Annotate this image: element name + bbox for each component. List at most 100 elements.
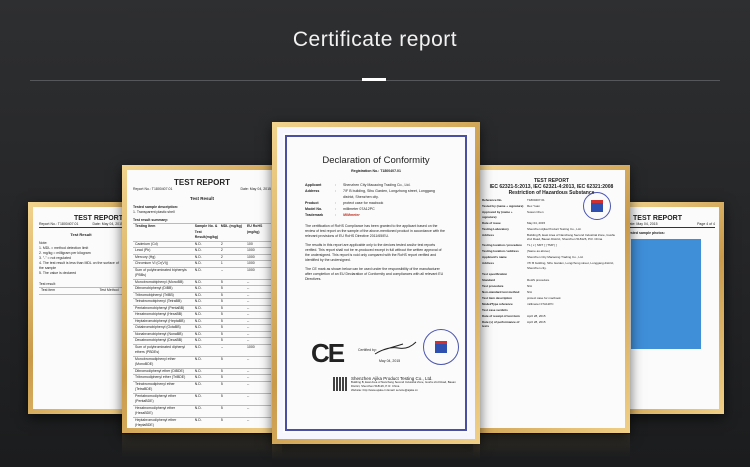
- table-cell: 1000: [246, 261, 255, 265]
- table-cell: N.D.: [194, 381, 202, 386]
- table-cell: 1000: [246, 267, 255, 272]
- table-cell: N.D.: [194, 292, 202, 297]
- field-label: Date (s) of performance of tests: [482, 319, 520, 329]
- paragraph: The CE mark as shown below can be used u…: [305, 267, 444, 281]
- report-title: TEST REPORT: [73, 215, 123, 222]
- field-value: Building B, East Area of Nanchang Second…: [527, 232, 616, 242]
- paragraph: The certification of RoHS Compliance has…: [305, 224, 445, 238]
- certificate-title: Declaration of Conformity: [322, 155, 430, 166]
- table-row: Sum of polybrominated biphenyls (PBBs) N.…: [133, 268, 271, 280]
- table-header: EU RoHS (mg/kg): [246, 224, 263, 234]
- table-cell: 1000: [246, 254, 255, 259]
- table-cell: 5: [220, 331, 223, 336]
- certificate-left: TEST REPORT Report No.: T1800407.01 Date:…: [122, 165, 282, 433]
- table-cell: N.D.: [194, 375, 202, 379]
- field-row: Test specification: [482, 272, 621, 277]
- table-cell: --: [246, 381, 250, 386]
- table-cell: 5: [220, 405, 223, 410]
- report-no: Report No.: T1800407.01: [39, 222, 79, 226]
- field-value: MIMmeter: [343, 213, 360, 217]
- field-value: Shenzhen Ajika Product Testing Co., Ltd.: [527, 226, 582, 231]
- field-label: Address: [482, 232, 495, 237]
- field-row: Address Building B, East Area of Nanchang…: [482, 233, 621, 242]
- table-cell: --: [246, 318, 250, 323]
- field-value: 7/F B building, Sihu Garden, Longzhong s…: [343, 189, 435, 199]
- table-cell: Tribromodiphenyl ether (TriBDE): [135, 375, 186, 379]
- section-title: Test Result: [70, 232, 92, 237]
- field-value: April 28, 2015: [527, 319, 546, 324]
- table-cell: Pentabromodiphenyl ether (PentaBDE): [135, 393, 177, 404]
- table-cell: 5: [220, 279, 223, 284]
- field-row: Date (s) of performance of tests April 28…: [482, 320, 621, 329]
- table-cell: 5: [220, 356, 223, 361]
- certificate-date: May 04, 2015: [379, 359, 401, 363]
- table-cell: --: [246, 405, 250, 410]
- field-label: Non-standard test method: [482, 289, 520, 294]
- report-date: Date: May 04, 2015: [627, 222, 658, 226]
- table-row: Tetrabromodiphenyl ether (TetraBDE) N.D. 5…: [133, 382, 271, 394]
- table-cell: Monobromobiphenyl (MonoBB): [135, 279, 184, 284]
- table-row: Pentabromodiphenyl ether (PentaBDE) N.D. 5…: [133, 394, 271, 406]
- field-label: Testing location / address: [482, 249, 519, 253]
- table-cell: N.D.: [194, 417, 202, 422]
- table-cell: --: [246, 325, 250, 329]
- table-cell: Sum of polybrominated biphenyls (PBBs): [135, 267, 187, 278]
- table-cell: --: [246, 368, 250, 373]
- table-header: Testing Item: [135, 224, 156, 228]
- field-label: Reference No.: [482, 198, 503, 202]
- paragraph: The results in this report are applicabl…: [305, 243, 442, 262]
- table-cell: Tetrabromodiphenyl ether (TetraBDE): [135, 381, 175, 392]
- table-cell: N.D.: [194, 261, 202, 265]
- table-cell: N.D.: [194, 338, 202, 342]
- field-label: Testing location / procedure: [482, 243, 522, 247]
- field-value: May 04, 2015: [527, 220, 546, 225]
- table-cell: Mercury (Hg): [135, 254, 156, 259]
- report-title: TEST REPORT: [173, 178, 230, 187]
- field-row: Address 7/F B building, Sihu Garden, Long…: [482, 261, 621, 270]
- table-cell: Lead (Pb): [135, 248, 151, 252]
- table-cell: N.D.: [194, 241, 202, 246]
- table-cell: 5: [220, 299, 223, 303]
- signature: [374, 341, 417, 355]
- field-value: N/A: [527, 283, 533, 288]
- table-cell: N.D.: [194, 254, 202, 259]
- field-row: Date of issue May 04, 2015: [482, 221, 621, 226]
- company-address: Building B, East Area of Nanchang Second…: [351, 380, 456, 388]
- field-label: Trademark: [305, 213, 324, 217]
- table-cell: Hexabromobiphenyl (HexaBB): [135, 312, 183, 316]
- field-value: [527, 272, 621, 277]
- table-cell: --: [246, 292, 250, 297]
- field-row: Applicant's name Shenzhen City Macaoing T…: [482, 255, 621, 260]
- seal-stamp: [423, 329, 459, 365]
- table-cell: N.D.: [194, 393, 202, 398]
- table-cell: 5: [220, 292, 223, 297]
- table-cell: 1: [220, 261, 223, 265]
- table-cell: N.D.: [194, 356, 202, 361]
- table-header: MDL (mg/kg): [220, 224, 242, 228]
- field-label: Tested by (name + signature): [482, 204, 524, 208]
- certificate-fields: Applicant: Shenzhen City Macaoing Trading…: [305, 182, 447, 218]
- field-row: Model/Type reference millimeter 07A12PC: [482, 302, 621, 307]
- table-cell: Dibromobiphenyl (DiBB): [135, 286, 173, 290]
- table-cell: N.D.: [194, 279, 202, 284]
- field-value: RoHS procedure: [527, 277, 550, 282]
- table-cell: N.D.: [194, 368, 202, 373]
- field-value: April 28, 2015: [527, 313, 546, 318]
- table-cell: 5: [220, 368, 223, 373]
- table-cell: 5: [220, 312, 223, 316]
- table-cell: --: [246, 312, 250, 316]
- table-cell: Monobromodiphenyl ether (MonoBDE): [135, 356, 176, 367]
- field-label: Model/Type reference: [482, 301, 513, 306]
- table-row: Heptabromodiphenyl ether (HeptaBDE) N.D. 5…: [133, 418, 271, 429]
- field-label: Test item description: [482, 295, 512, 300]
- field-value: [527, 308, 621, 313]
- field-row: Test case verdicts: [482, 308, 621, 313]
- field-row: Trademark: MIMmeter: [305, 212, 447, 218]
- seal-stamp: [583, 192, 611, 220]
- table-cell: --: [220, 267, 224, 272]
- table-cell: --: [246, 299, 250, 303]
- table-cell: 5: [220, 318, 223, 323]
- field-value: (Same as above): [527, 249, 550, 253]
- field-label: Date of receipt of test item: [482, 313, 520, 318]
- note: 5. The value is declared: [39, 271, 77, 275]
